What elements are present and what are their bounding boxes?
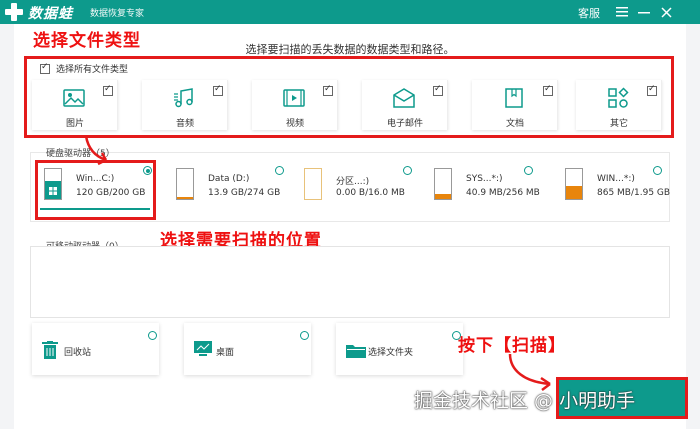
select-all-checkbox[interactable] [40,62,50,74]
recycle-bin-icon [42,341,58,359]
image-checkbox[interactable] [103,84,113,96]
folder-icon [346,345,366,358]
document-checkbox[interactable] [543,84,553,96]
email-checkbox[interactable] [433,84,443,96]
drive-name: WIN...*:) [597,174,635,184]
document-icon [505,88,523,108]
recycle-bin-radio[interactable] [148,331,157,340]
file-type-label: 文档 [505,119,524,129]
file-type-label: 音频 [175,119,194,129]
location-label: 回收站 [64,348,92,358]
drive-partition[interactable]: 分区...:) 0.00 B/16.0 MB [296,162,416,214]
app-name: 数据蛙 [28,6,73,22]
drive-usage-fill [177,197,193,199]
select-all-types[interactable]: 选择所有文件类型 [40,62,128,75]
video-icon [283,89,305,107]
drive-partition-icon [304,168,322,200]
drive-usage-fill [435,194,451,199]
file-type-label: 图片 [65,119,84,129]
location-desktop[interactable]: 桌面 [184,323,311,375]
drive-size: 865 MB/1.95 GB [597,188,671,198]
select-all-label: 选择所有文件类型 [56,65,129,75]
app-subtitle: 数据恢复专家 [90,9,145,19]
drive-sys-icon [434,168,452,200]
menu-icon[interactable] [612,2,632,22]
app-logo-icon [5,3,23,21]
annotation-select-type: 选择文件类型 [33,31,141,51]
file-type-document[interactable]: 文档 [472,80,558,130]
watermark-text: 掘金技术社区 @ 小明助手 [414,390,636,412]
drive-d-radio[interactable] [275,166,284,175]
annotation-arrow-icon [84,135,108,166]
close-icon[interactable] [656,2,676,22]
audio-checkbox[interactable] [213,84,223,96]
drive-name: SYS...*:) [466,174,503,184]
drive-size: 40.9 MB/256 MB [466,188,540,198]
image-icon [63,89,85,107]
file-type-email[interactable]: 电子邮件 [362,80,448,130]
drive-d-icon [176,168,194,200]
file-type-label: 电子邮件 [386,119,423,129]
desktop-icon [194,341,212,356]
video-checkbox[interactable] [323,84,333,96]
other-checkbox[interactable] [647,84,657,96]
drive-c-selected-bar [40,208,150,210]
location-select-folder[interactable]: 选择文件夹 [336,323,463,375]
file-type-audio[interactable]: 音频 [142,80,228,130]
minimize-icon[interactable] [634,2,654,22]
location-label: 选择文件夹 [368,348,414,358]
drive-name: 分区...:) [336,177,370,187]
file-type-image[interactable]: 图片 [32,80,118,130]
drive-d[interactable]: Data (D:) 13.9 GB/274 GB [168,162,288,214]
file-type-video[interactable]: 视频 [252,80,338,130]
mail-icon [393,88,415,108]
drive-partition-radio[interactable] [403,166,412,175]
drive-size: 13.9 GB/274 GB [208,188,281,198]
drive-win-radio[interactable] [653,166,662,175]
drive-sys-radio[interactable] [524,166,533,175]
title-bar: 数据蛙 数据恢复专家 客服 [0,0,700,24]
file-type-other[interactable]: 其它 [576,80,662,130]
file-type-label: 其它 [609,119,628,129]
file-type-label: 视频 [285,119,304,129]
drive-usage-fill [566,186,582,199]
service-button[interactable]: 客服 [578,5,600,21]
drive-win[interactable]: WIN...*:) 865 MB/1.95 GB [557,162,671,214]
location-recycle-bin[interactable]: 回收站 [32,323,159,375]
desktop-radio[interactable] [300,331,309,340]
other-icon [608,87,629,108]
removable-panel [30,246,670,318]
drive-win-icon [565,168,583,200]
music-icon [174,88,193,108]
location-label: 桌面 [216,348,235,358]
drive-size: 0.00 B/16.0 MB [336,188,405,198]
drive-name: Data (D:) [208,174,250,184]
